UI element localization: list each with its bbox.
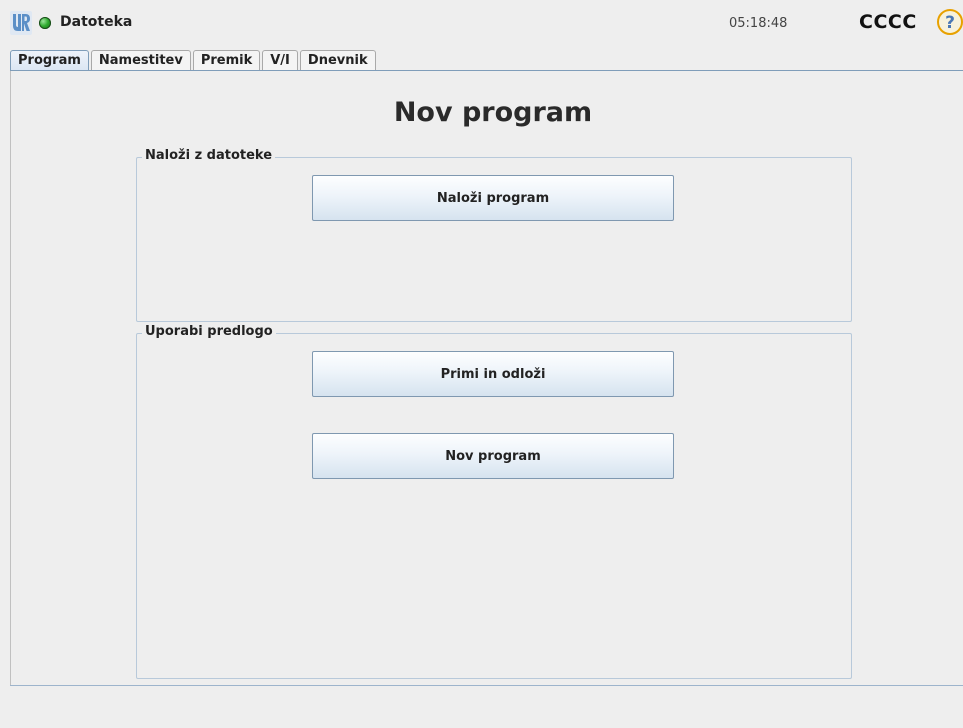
load-group-legend: Naloži z datoteke bbox=[142, 148, 276, 163]
pick-and-place-button[interactable]: Primi in odloži bbox=[312, 351, 674, 397]
new-program-button[interactable]: Nov program bbox=[312, 433, 674, 479]
ur-logo-icon[interactable] bbox=[10, 11, 32, 35]
page-title: Nov program bbox=[393, 97, 593, 128]
svg-text:?: ? bbox=[945, 13, 955, 33]
robot-name: CCCC bbox=[859, 11, 917, 33]
tab-vi[interactable]: V/I bbox=[262, 50, 298, 71]
status-led-icon bbox=[39, 17, 51, 29]
tab-namestitev[interactable]: Namestitev bbox=[90, 50, 191, 71]
bottom-divider bbox=[10, 685, 963, 686]
top-bar: Datoteka 05:18:48 CCCC ? bbox=[0, 0, 963, 46]
tab-dnevnik[interactable]: Dnevnik bbox=[299, 50, 376, 71]
load-program-button[interactable]: Naloži program bbox=[312, 175, 674, 221]
app-title[interactable]: Datoteka bbox=[60, 14, 132, 30]
tab-premik[interactable]: Premik bbox=[192, 50, 261, 71]
template-group-legend: Uporabi predlogo bbox=[142, 324, 276, 339]
help-icon[interactable]: ? bbox=[937, 9, 963, 35]
tab-program[interactable]: Program bbox=[10, 50, 89, 71]
tab-bar: Program Namestitev Premik V/I Dnevnik bbox=[10, 50, 378, 71]
clock: 05:18:48 bbox=[729, 16, 788, 31]
